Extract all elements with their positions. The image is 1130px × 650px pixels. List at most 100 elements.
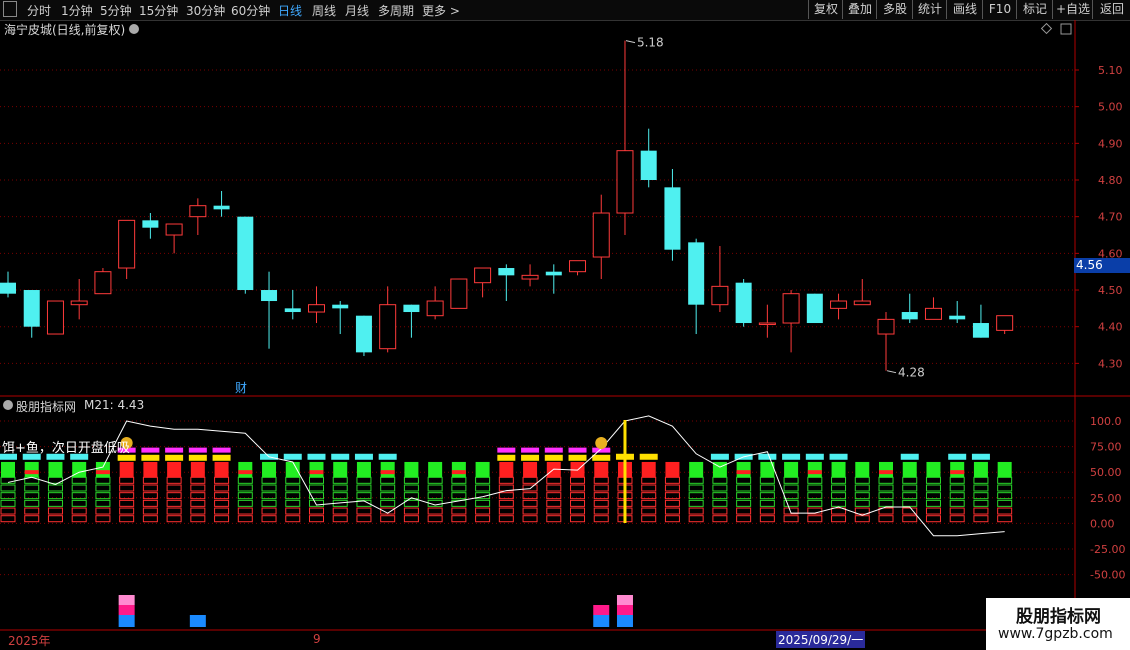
indicator-bar: [0, 453, 17, 523]
candle-body: [616, 150, 634, 214]
signal-magenta: [165, 447, 184, 453]
candle: [592, 194, 610, 280]
indicator-ladder-cell: [475, 515, 491, 523]
indicator-ladder-cell: [451, 507, 467, 515]
candle-body: [711, 285, 729, 306]
candle-body: [901, 312, 918, 320]
indicator-ladder-cell: [190, 476, 206, 484]
candle: [355, 315, 372, 357]
indicator-mark: [309, 470, 324, 475]
indicator-ladder-cell: [902, 476, 918, 484]
indicator-ladder-cell: [261, 484, 277, 492]
candle-body: [46, 300, 64, 335]
indicator-body: [143, 461, 158, 478]
signal-magenta: [497, 447, 516, 453]
indicator-body: [262, 461, 277, 478]
indicator-ladder-cell: [285, 507, 301, 515]
indicator-ladder-cell: [356, 484, 372, 492]
indicator-ladder-cell: [498, 492, 514, 500]
indicator-ladder-cell: [403, 507, 419, 515]
indicator-ladder-cell: [902, 499, 918, 507]
indicator-bar: [948, 453, 967, 523]
indicator-ladder-cell: [570, 507, 586, 515]
indicator-ladder-cell: [119, 515, 135, 523]
indicator-ladder-cell: [475, 507, 491, 515]
indicator-ladder-cell: [831, 492, 847, 500]
indicator-ladder-cell: [427, 476, 443, 484]
indicator-ladder-cell: [47, 484, 63, 492]
candle-body: [237, 216, 254, 291]
candle: [782, 290, 800, 353]
candle-body: [688, 242, 705, 305]
indicator-body: [831, 461, 846, 478]
candle-body: [521, 274, 539, 280]
indicator-bar: [188, 447, 207, 523]
indicator-body: [902, 461, 917, 478]
chevron-down-icon[interactable]: [129, 24, 139, 34]
indicator-bar: [925, 461, 941, 523]
indicator-body: [784, 461, 799, 478]
indicator-ladder-cell: [451, 515, 467, 523]
indicator-ladder-cell: [736, 484, 752, 492]
indicator-ladder-cell: [214, 476, 230, 484]
indicator-bar: [664, 461, 680, 523]
indicator-ladder-cell: [522, 499, 538, 507]
indicator-ladder-cell: [285, 499, 301, 507]
signal-yellow: [568, 454, 587, 461]
candle-body: [996, 315, 1014, 331]
indicator-ladder-cell: [498, 507, 514, 515]
indicator-ladder-cell: [142, 492, 158, 500]
signal-yellow: [639, 453, 658, 460]
indicator-ladder-cell: [997, 484, 1013, 492]
indicator-body: [24, 461, 39, 478]
indicator-body: [879, 461, 894, 478]
candle-body: [830, 300, 848, 309]
candle: [307, 286, 325, 324]
indicator-ladder-cell: [95, 515, 111, 523]
indicator-ladder-cell: [47, 515, 63, 523]
indicator-ladder-cell: [71, 507, 87, 515]
indicator-ladder-cell: [997, 515, 1013, 523]
indicator-bar: [688, 461, 704, 523]
indicator-ladder-cell: [973, 515, 989, 523]
indicator-ladder-cell: [546, 507, 562, 515]
indicator-bar: [95, 461, 111, 523]
watermark-url: www.7gpzb.com: [998, 626, 1113, 642]
candle-body: [924, 307, 942, 320]
price-tick-label: 4.50: [1098, 284, 1123, 297]
candle-body: [332, 304, 349, 309]
candle: [949, 301, 966, 324]
indicator-ladder-cell: [854, 476, 870, 484]
indicator-ladder-cell: [166, 507, 182, 515]
indicator-ladder-cell: [190, 484, 206, 492]
candle: [450, 278, 468, 309]
bottom-block-red: [616, 605, 633, 615]
indicator-bar: [639, 453, 658, 523]
indicator-bar: [900, 453, 919, 523]
stock-chart[interactable]: 5.105.004.904.804.704.604.504.404.30100.…: [0, 0, 1130, 650]
candle-body: [545, 271, 562, 276]
candle: [284, 290, 301, 320]
low-marker-arrow: [886, 370, 897, 374]
candle-body: [498, 268, 515, 276]
indicator-ladder-cell: [451, 492, 467, 500]
price-tick-label: 4.30: [1098, 357, 1123, 370]
signal-yellow: [212, 454, 231, 461]
indicator-ladder-cell: [451, 476, 467, 484]
indicator-ladder-cell: [902, 484, 918, 492]
indicator-ladder-cell: [261, 507, 277, 515]
indicator-ladder-cell: [427, 507, 443, 515]
indicator-ladder-cell: [214, 484, 230, 492]
indicator-tick-label: 50.00: [1090, 466, 1122, 479]
signal-cyan: [782, 453, 801, 460]
indicator-ladder-cell: [261, 476, 277, 484]
candle: [118, 219, 136, 280]
candle-body: [142, 220, 159, 228]
indicator-body: [119, 461, 134, 478]
chevron-down-icon[interactable]: [3, 400, 13, 410]
indicator-ladder-cell: [854, 515, 870, 523]
candle: [569, 260, 587, 276]
indicator-ladder-cell: [261, 499, 277, 507]
candle: [806, 293, 823, 324]
price-tick-label: 4.40: [1098, 321, 1123, 334]
